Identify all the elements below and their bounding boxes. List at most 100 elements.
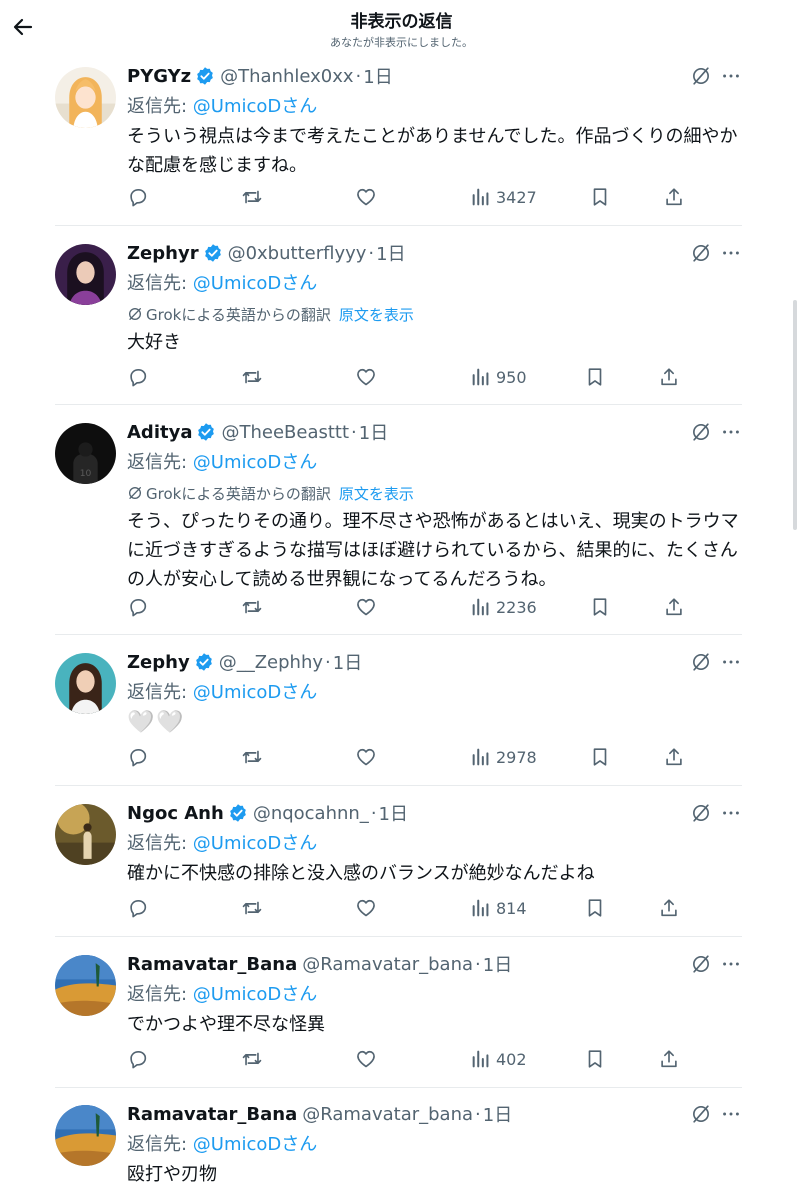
retweet-icon[interactable] <box>241 363 263 391</box>
reply-tweet[interactable]: Ngoc Anh @nqocahnn_ · 1日 返信先: @UmicoDさん … <box>55 796 742 937</box>
avatar[interactable] <box>55 804 116 865</box>
avatar[interactable] <box>55 67 116 128</box>
retweet-icon[interactable] <box>241 894 263 922</box>
user-handle[interactable]: @Thanhlex0xx <box>220 66 353 87</box>
reply-to-link[interactable]: @UmicoDさん <box>193 96 317 117</box>
hide-reply-icon[interactable] <box>690 65 712 87</box>
reply-tweet[interactable]: Ramavatar_Bana @Ramavatar_bana · 1日 返信先:… <box>55 1097 742 1200</box>
timestamp[interactable]: 1日 <box>483 1101 512 1127</box>
bookmark-icon[interactable] <box>589 743 611 771</box>
bookmark-icon[interactable] <box>584 363 606 391</box>
user-handle[interactable]: @nqocahnn_ <box>253 803 369 824</box>
like-icon[interactable] <box>355 183 377 211</box>
like-icon[interactable] <box>355 1045 377 1073</box>
hide-reply-icon[interactable] <box>690 242 712 264</box>
reply-to-link[interactable]: @UmicoDさん <box>193 1134 317 1155</box>
reply-tweet[interactable]: PYGYz @Thanhlex0xx · 1日 返信先: @UmicoDさん そ… <box>55 59 742 226</box>
like-icon[interactable] <box>355 593 377 621</box>
tweet-text: 殴打や刃物 <box>127 1164 217 1185</box>
timestamp[interactable]: 1日 <box>483 951 512 977</box>
timestamp[interactable]: 1日 <box>363 63 392 89</box>
more-options-icon[interactable] <box>720 802 742 824</box>
avatar[interactable] <box>55 955 116 1016</box>
hide-reply-icon[interactable] <box>690 1103 712 1125</box>
more-options-icon[interactable] <box>720 65 742 87</box>
views-button[interactable]: 3427 <box>470 183 537 211</box>
reply-tweet[interactable]: Zephyr @0xbutterflyyy · 1日 返信先: @UmicoDさ… <box>55 236 742 405</box>
reply-tweet[interactable]: Ramavatar_Bana @Ramavatar_bana · 1日 返信先:… <box>55 947 742 1088</box>
views-button[interactable]: 814 <box>470 894 527 922</box>
bookmark-icon[interactable] <box>589 593 611 621</box>
views-button[interactable]: 2978 <box>470 743 537 771</box>
more-options-icon[interactable] <box>720 1103 742 1125</box>
hide-reply-icon[interactable] <box>690 802 712 824</box>
hide-reply-icon[interactable] <box>690 421 712 443</box>
reply-icon[interactable] <box>127 743 149 771</box>
tweet-text: そういう視点は今まで考えたことがありませんでした。作品づくりの細やかな配慮を感じ… <box>127 126 738 176</box>
reply-to-link[interactable]: @UmicoDさん <box>193 452 317 473</box>
like-icon[interactable] <box>355 363 377 391</box>
user-handle[interactable]: @__Zephhy <box>219 652 323 673</box>
avatar[interactable] <box>55 1105 116 1166</box>
reply-to-link[interactable]: @UmicoDさん <box>193 682 317 703</box>
timestamp[interactable]: 1日 <box>379 800 408 826</box>
retweet-icon[interactable] <box>241 743 263 771</box>
display-name[interactable]: Ngoc Anh <box>127 803 224 824</box>
action-bar: 2236 <box>127 593 687 621</box>
share-icon[interactable] <box>658 363 680 391</box>
show-original-link[interactable]: 原文を表示 <box>339 483 414 504</box>
reply-to-link[interactable]: @UmicoDさん <box>193 273 317 294</box>
user-handle[interactable]: @0xbutterflyyy <box>228 243 367 264</box>
display-name[interactable]: PYGYz <box>127 66 191 87</box>
user-handle[interactable]: @Ramavatar_bana <box>302 954 473 975</box>
share-icon[interactable] <box>663 743 685 771</box>
avatar[interactable]: 10 <box>55 423 116 484</box>
user-handle[interactable]: @TheeBeasttt <box>221 422 349 443</box>
reply-icon[interactable] <box>127 363 149 391</box>
more-options-icon[interactable] <box>720 242 742 264</box>
user-handle[interactable]: @Ramavatar_bana <box>302 1104 473 1125</box>
retweet-icon[interactable] <box>241 1045 263 1073</box>
more-options-icon[interactable] <box>720 421 742 443</box>
timestamp[interactable]: 1日 <box>376 240 405 266</box>
display-name[interactable]: Aditya <box>127 422 192 443</box>
share-icon[interactable] <box>663 183 685 211</box>
views-button[interactable]: 950 <box>470 363 527 391</box>
display-name[interactable]: Ramavatar_Bana <box>127 954 297 975</box>
reply-to-link[interactable]: @UmicoDさん <box>193 833 317 854</box>
reply-icon[interactable] <box>127 1045 149 1073</box>
share-icon[interactable] <box>663 593 685 621</box>
reply-to-link[interactable]: @UmicoDさん <box>193 984 317 1005</box>
display-name[interactable]: Zephy <box>127 652 190 673</box>
hide-reply-icon[interactable] <box>690 651 712 673</box>
reply-icon[interactable] <box>127 593 149 621</box>
views-button[interactable]: 2236 <box>470 593 537 621</box>
share-icon[interactable] <box>658 1045 680 1073</box>
more-options-icon[interactable] <box>720 953 742 975</box>
timestamp[interactable]: 1日 <box>359 419 388 445</box>
scrollbar[interactable] <box>793 300 797 530</box>
more-options-icon[interactable] <box>720 651 742 673</box>
display-name[interactable]: Zephyr <box>127 243 199 264</box>
share-icon[interactable] <box>658 894 680 922</box>
retweet-icon[interactable] <box>241 593 263 621</box>
reply-context: 返信先: @UmicoDさん <box>127 678 317 704</box>
reply-icon[interactable] <box>127 183 149 211</box>
bookmark-icon[interactable] <box>584 894 606 922</box>
reply-icon[interactable] <box>127 894 149 922</box>
reply-prefix: 返信先: <box>127 273 193 294</box>
reply-tweet[interactable]: 10 Aditya @TheeBeasttt · 1日 返信先: @UmicoD… <box>55 415 742 635</box>
bookmark-icon[interactable] <box>584 1045 606 1073</box>
views-button[interactable]: 402 <box>470 1045 527 1073</box>
avatar[interactable] <box>55 244 116 305</box>
like-icon[interactable] <box>355 743 377 771</box>
retweet-icon[interactable] <box>241 183 263 211</box>
display-name[interactable]: Ramavatar_Bana <box>127 1104 297 1125</box>
avatar[interactable] <box>55 653 116 714</box>
reply-tweet[interactable]: Zephy @__Zephhy · 1日 返信先: @UmicoDさん 🤍🤍 2… <box>55 645 742 786</box>
like-icon[interactable] <box>355 894 377 922</box>
show-original-link[interactable]: 原文を表示 <box>339 304 414 325</box>
hide-reply-icon[interactable] <box>690 953 712 975</box>
timestamp[interactable]: 1日 <box>333 649 362 675</box>
bookmark-icon[interactable] <box>589 183 611 211</box>
